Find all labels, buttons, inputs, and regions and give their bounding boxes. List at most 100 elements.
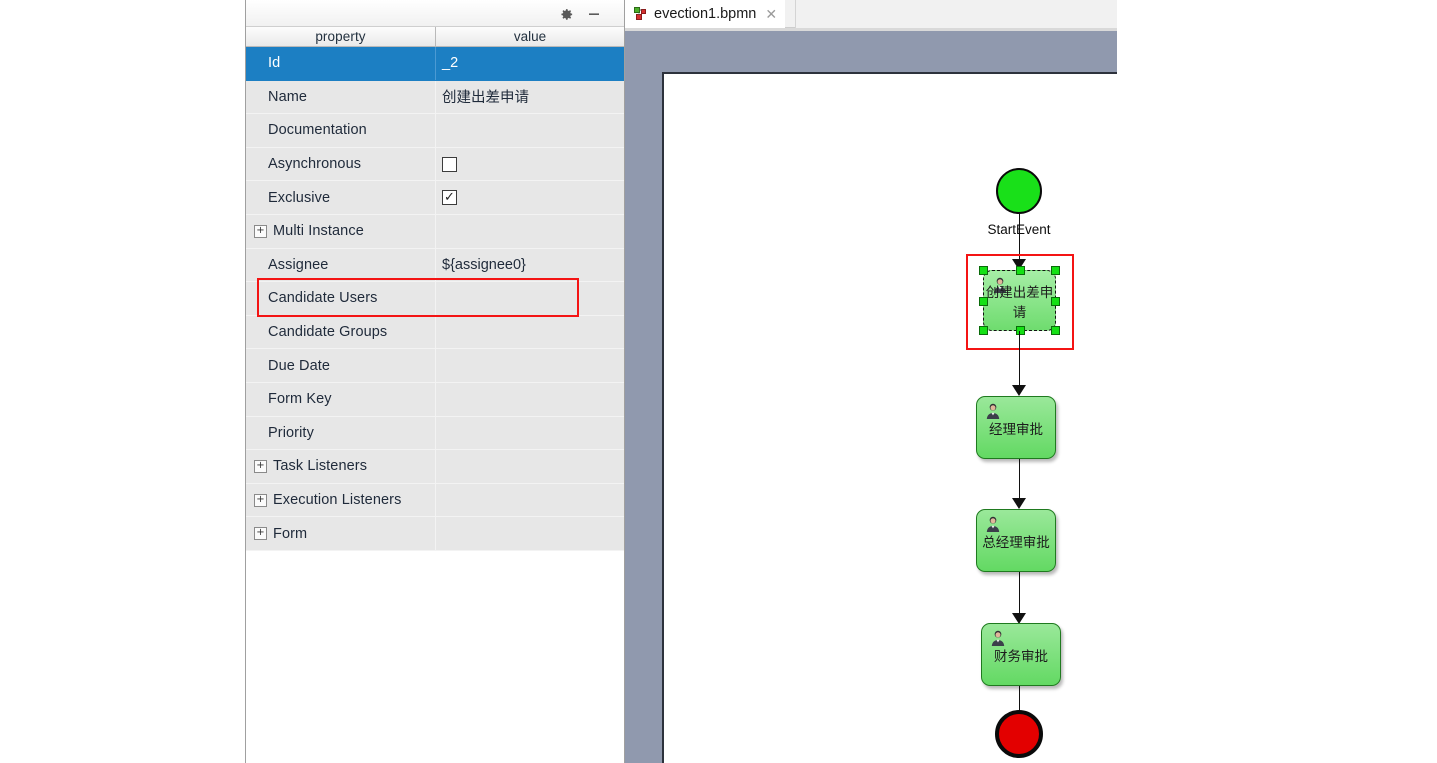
property-row[interactable]: Asynchronous: [246, 147, 624, 182]
property-name-cell: Asynchronous: [246, 147, 436, 181]
property-value-label: _2: [442, 55, 459, 72]
property-name-label: Execution Listeners: [273, 492, 402, 509]
resize-handle-ne[interactable]: [1051, 266, 1060, 275]
property-row[interactable]: + Task Listeners: [246, 450, 624, 484]
user-task-node-1[interactable]: 创建出差申请: [979, 266, 1060, 335]
user-task-node-2[interactable]: 经理审批: [976, 396, 1056, 459]
property-value-cell[interactable]: [436, 484, 624, 517]
property-name-label: Id: [268, 55, 281, 72]
properties-view: property value Id _2 Name 创建出差申请 Documentation…: [245, 0, 625, 763]
resize-handle-s[interactable]: [1016, 326, 1025, 335]
property-name-label: Form Key: [268, 391, 332, 408]
tab-bar-empty: [795, 0, 1117, 28]
property-row[interactable]: + Form: [246, 517, 624, 551]
expand-icon[interactable]: +: [254, 224, 267, 238]
property-name-label: Candidate Users: [268, 290, 378, 307]
user-task-label-2: 经理审批: [989, 421, 1043, 438]
column-header-value[interactable]: value: [436, 27, 624, 46]
property-value-cell[interactable]: [436, 383, 624, 416]
property-value-cell[interactable]: _2: [436, 47, 624, 80]
property-value-cell[interactable]: [436, 417, 624, 450]
property-value-cell[interactable]: [436, 282, 624, 315]
property-row[interactable]: Assignee ${assignee0}: [246, 248, 624, 283]
editor-tab-bar: evection1.bpmn ✕: [625, 0, 1117, 28]
property-name-label: Candidate Groups: [268, 324, 388, 341]
property-value-cell[interactable]: [436, 450, 624, 483]
property-name-cell: Due Date: [246, 349, 436, 382]
checkbox-unchecked-icon[interactable]: [442, 156, 457, 172]
property-name-cell: + Task Listeners: [246, 450, 436, 483]
property-row[interactable]: Documentation: [246, 114, 624, 148]
property-name-cell: + Execution Listeners: [246, 483, 436, 517]
property-name-label: Multi Instance: [273, 223, 364, 240]
checkbox-checked-icon[interactable]: ✓: [442, 190, 457, 206]
property-row[interactable]: Candidate Users: [246, 282, 624, 316]
properties-table: property value Id _2 Name 创建出差申请 Documentation…: [246, 27, 624, 763]
property-name-cell: Priority: [246, 416, 436, 450]
flow-task1-to-task2[interactable]: [1018, 331, 1021, 388]
start-event-node[interactable]: [996, 168, 1042, 214]
canvas-background: StartEvent 创建出差申请: [625, 31, 1117, 763]
resize-handle-w[interactable]: [979, 297, 988, 306]
column-header-property[interactable]: property: [246, 27, 436, 46]
property-name-label: Documentation: [268, 122, 367, 139]
resize-handle-nw[interactable]: [979, 266, 988, 275]
resize-handle-n[interactable]: [1016, 266, 1025, 275]
property-name-cell: Name: [246, 80, 436, 114]
arrowhead-task3: [1012, 498, 1026, 509]
property-row[interactable]: Name 创建出差申请: [246, 80, 624, 115]
property-name-cell: Form Key: [246, 382, 436, 416]
user-task-node-4[interactable]: 财务审批: [981, 623, 1061, 686]
property-value-cell[interactable]: [436, 148, 624, 181]
arrowhead-task2: [1012, 385, 1026, 396]
property-row[interactable]: Priority: [246, 416, 624, 451]
expand-icon[interactable]: +: [254, 459, 267, 473]
expand-icon[interactable]: +: [254, 527, 267, 541]
user-task-node-3[interactable]: 总经理审批: [976, 509, 1056, 572]
property-name-label: Name: [268, 88, 308, 105]
property-value-label: 创建出差申请: [442, 90, 529, 107]
property-row[interactable]: Id _2: [246, 47, 624, 81]
end-event-node[interactable]: [995, 710, 1043, 758]
property-value-cell[interactable]: ✓: [436, 181, 624, 214]
flow-start-to-task1[interactable]: [1018, 214, 1021, 262]
minimize-icon[interactable]: [584, 4, 604, 24]
tab-evection1-bpmn[interactable]: evection1.bpmn ✕: [625, 0, 786, 28]
property-value-label: ${assignee0}: [442, 256, 526, 273]
close-icon[interactable]: ✕: [765, 6, 777, 23]
gear-icon[interactable]: [556, 4, 576, 24]
property-value-cell[interactable]: [436, 349, 624, 382]
property-row[interactable]: Candidate Groups: [246, 315, 624, 350]
resize-handle-sw[interactable]: [979, 326, 988, 335]
property-value-cell[interactable]: 创建出差申请: [436, 81, 624, 114]
property-name-cell: Exclusive: [246, 181, 436, 214]
property-name-cell: + Form: [246, 517, 436, 550]
user-task-label-3: 总经理审批: [982, 534, 1050, 551]
user-task-label-1: 创建出差申请: [985, 284, 1054, 321]
bpmn-editor: evection1.bpmn ✕ StartEvent: [625, 0, 1117, 763]
property-value-cell[interactable]: [436, 215, 624, 248]
property-row[interactable]: + Execution Listeners: [246, 483, 624, 518]
property-name-cell: + Multi Instance: [246, 214, 436, 248]
property-name-label: Task Listeners: [273, 458, 368, 475]
expand-icon[interactable]: +: [254, 493, 267, 507]
resize-handle-e[interactable]: [1051, 297, 1060, 306]
diagram-canvas[interactable]: StartEvent 创建出差申请: [662, 72, 1117, 763]
property-name-cell: Candidate Users: [246, 282, 436, 315]
property-name-cell: Assignee: [246, 248, 436, 282]
property-row[interactable]: + Multi Instance: [246, 214, 624, 249]
property-value-cell[interactable]: [436, 316, 624, 349]
property-value-cell[interactable]: [436, 114, 624, 147]
property-name-label: Asynchronous: [268, 156, 362, 173]
property-value-cell[interactable]: ${assignee0}: [436, 249, 624, 282]
property-name-label: Exclusive: [268, 189, 331, 206]
properties-toolbar: [246, 0, 624, 27]
flow-task2-to-task3[interactable]: [1018, 459, 1021, 501]
property-row[interactable]: Exclusive ✓: [246, 181, 624, 215]
property-row[interactable]: Due Date: [246, 349, 624, 383]
flow-task3-to-task4[interactable]: [1018, 572, 1021, 616]
property-row[interactable]: Form Key: [246, 382, 624, 417]
property-value-cell[interactable]: [436, 517, 624, 550]
property-name-cell: Candidate Groups: [246, 315, 436, 349]
resize-handle-se[interactable]: [1051, 326, 1060, 335]
